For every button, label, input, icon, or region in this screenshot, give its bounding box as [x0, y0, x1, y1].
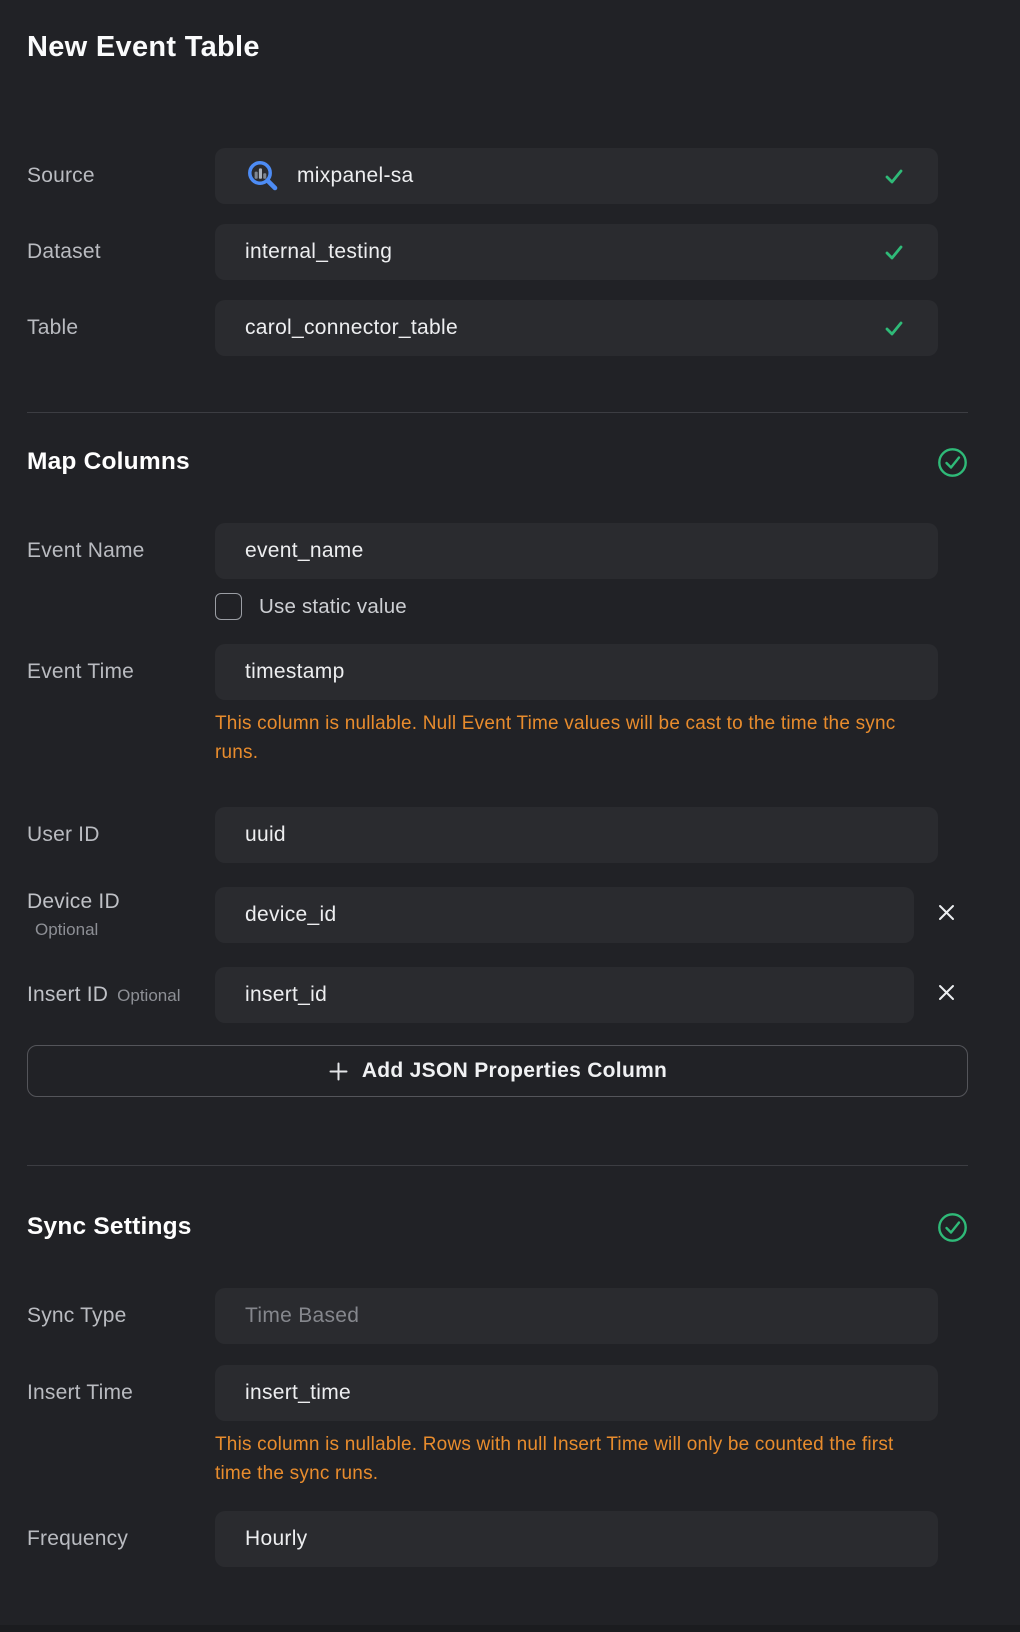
source-row: Source mixpanel-sa: [27, 148, 968, 204]
close-icon: [937, 903, 956, 927]
sync-type-value: Time Based: [245, 1304, 359, 1328]
device-id-field[interactable]: device_id: [215, 887, 914, 943]
device-id-value: device_id: [245, 903, 336, 927]
insert-time-warning: This column is nullable. Rows with null …: [215, 1431, 908, 1488]
frequency-value: Hourly: [245, 1527, 307, 1551]
user-id-value: uuid: [245, 823, 286, 847]
event-name-value: event_name: [245, 539, 364, 563]
add-json-properties-label: Add JSON Properties Column: [362, 1059, 667, 1083]
event-time-warning: This column is nullable. Null Event Time…: [215, 710, 908, 767]
source-label: Source: [27, 164, 215, 188]
map-columns-title: Map Columns: [27, 445, 190, 479]
sync-type-field[interactable]: Time Based: [215, 1288, 938, 1344]
insert-time-label: Insert Time: [27, 1381, 215, 1405]
sync-settings-header: Sync Settings: [27, 1210, 968, 1244]
insert-id-field[interactable]: insert_id: [215, 967, 914, 1023]
sync-settings-title: Sync Settings: [27, 1210, 192, 1244]
frequency-field[interactable]: Hourly: [215, 1511, 938, 1567]
source-field[interactable]: mixpanel-sa: [215, 148, 938, 204]
table-field[interactable]: carol_connector_table: [215, 300, 938, 356]
event-name-field[interactable]: event_name: [215, 523, 938, 579]
dataset-field[interactable]: internal_testing: [215, 224, 938, 280]
user-id-label: User ID: [27, 823, 215, 847]
use-static-value-row: Use static value: [215, 593, 968, 620]
device-id-optional-label: Optional: [35, 920, 215, 940]
new-event-table-form: New Event Table Source mixpanel-sa: [0, 0, 1020, 1567]
insert-id-row: Insert ID Optional insert_id: [27, 967, 968, 1023]
map-columns-header: Map Columns: [27, 445, 968, 479]
sync-type-row: Sync Type Time Based: [27, 1288, 968, 1344]
section-divider: [27, 1165, 968, 1166]
source-value: mixpanel-sa: [297, 164, 414, 188]
event-time-value: timestamp: [245, 660, 345, 684]
event-name-row: Event Name event_name: [27, 523, 968, 579]
check-icon: [882, 164, 906, 188]
user-id-field[interactable]: uuid: [215, 807, 938, 863]
insert-id-optional-label: Optional: [117, 986, 180, 1006]
sync-type-label: Sync Type: [27, 1304, 215, 1328]
event-time-label: Event Time: [27, 660, 215, 684]
device-id-label: Device ID Optional: [27, 890, 215, 940]
plus-icon: [328, 1061, 349, 1082]
table-label: Table: [27, 316, 215, 340]
dataset-label: Dataset: [27, 240, 215, 264]
insert-time-field[interactable]: insert_time: [215, 1365, 938, 1421]
insert-time-row: Insert Time insert_time: [27, 1365, 968, 1421]
circle-check-icon: [937, 447, 968, 478]
close-icon: [937, 983, 956, 1007]
add-json-properties-button[interactable]: Add JSON Properties Column: [27, 1045, 968, 1097]
event-name-label: Event Name: [27, 539, 215, 563]
dataset-row: Dataset internal_testing: [27, 224, 968, 280]
device-id-remove-button[interactable]: [924, 887, 968, 943]
frequency-label: Frequency: [27, 1527, 215, 1551]
circle-check-icon: [937, 1212, 968, 1243]
insert-id-value: insert_id: [245, 983, 327, 1007]
page-title: New Event Table: [27, 30, 968, 64]
check-icon: [882, 316, 906, 340]
insert-time-value: insert_time: [245, 1381, 351, 1405]
use-static-value-checkbox[interactable]: [215, 593, 242, 620]
check-icon: [882, 240, 906, 264]
insert-id-label: Insert ID Optional: [27, 983, 215, 1007]
section-divider: [27, 412, 968, 413]
event-time-row: Event Time timestamp: [27, 644, 968, 700]
bigquery-search-icon: [245, 158, 281, 194]
device-id-row: Device ID Optional device_id: [27, 887, 968, 943]
event-time-field[interactable]: timestamp: [215, 644, 938, 700]
table-row: Table carol_connector_table: [27, 300, 968, 356]
bottom-edge-strip: [0, 1625, 1020, 1632]
use-static-value-label: Use static value: [259, 595, 407, 619]
insert-id-remove-button[interactable]: [924, 967, 968, 1023]
table-value: carol_connector_table: [245, 316, 458, 340]
dataset-value: internal_testing: [245, 240, 392, 264]
frequency-row: Frequency Hourly: [27, 1511, 968, 1567]
user-id-row: User ID uuid: [27, 807, 968, 863]
